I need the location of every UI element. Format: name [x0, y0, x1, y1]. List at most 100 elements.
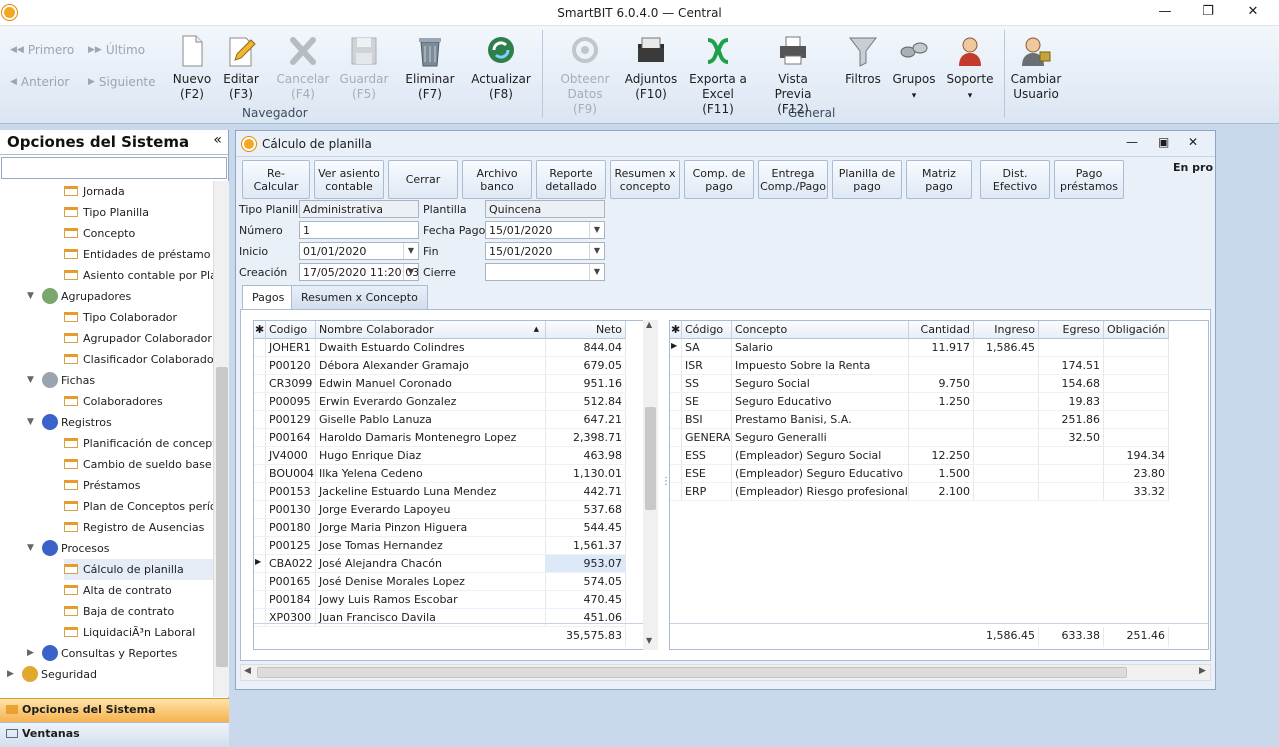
column-header[interactable]: Concepto [732, 321, 909, 339]
table-cell[interactable] [974, 411, 1039, 429]
print-preview-button[interactable]: Vista Previa (F12) [760, 34, 826, 117]
table-cell[interactable]: Prestamo Banisi, S.A. [732, 411, 909, 429]
table-cell[interactable]: P00164 [266, 429, 316, 447]
table-cell[interactable]: XP0300 [266, 609, 316, 627]
column-header[interactable]: Neto [546, 321, 626, 339]
table-cell[interactable]: SS [682, 375, 732, 393]
table-cell[interactable]: 844.04 [546, 339, 626, 357]
table-cell[interactable] [1104, 393, 1169, 411]
chevron-down-icon[interactable]: ▼ [589, 243, 604, 259]
tree-item[interactable]: Alta de contrato [64, 580, 172, 601]
table-cell[interactable]: 537.68 [546, 501, 626, 519]
table-cell[interactable]: 9.750 [909, 375, 974, 393]
row-indicator[interactable] [254, 339, 266, 357]
table-cell[interactable] [974, 447, 1039, 465]
table-cell[interactable]: 33.32 [1104, 483, 1169, 501]
column-header[interactable]: Código [682, 321, 732, 339]
table-cell[interactable]: 463.98 [546, 447, 626, 465]
tree-item[interactable]: ▼ Fichas [27, 370, 95, 391]
row-indicator[interactable] [254, 519, 266, 537]
table-cell[interactable] [1104, 429, 1169, 447]
table-cell[interactable]: 1.250 [909, 393, 974, 411]
table-cell[interactable]: BOU004 [266, 465, 316, 483]
table-cell[interactable]: 442.71 [546, 483, 626, 501]
tree-item[interactable]: ▼ Registros [27, 412, 112, 433]
tree-item[interactable]: Entidades de préstamo [64, 244, 211, 265]
table-cell[interactable]: 574.05 [546, 573, 626, 591]
tree-item[interactable]: Concepto [64, 223, 135, 244]
table-cell[interactable]: 647.21 [546, 411, 626, 429]
table-cell[interactable]: Jorge Everardo Lapoyeu [316, 501, 546, 519]
table-cell[interactable]: 2,398.71 [546, 429, 626, 447]
table-cell[interactable]: Jackeline Estuardo Luna Mendez [316, 483, 546, 501]
table-cell[interactable]: Giselle Pablo Lanuza [316, 411, 546, 429]
table-cell[interactable]: P00130 [266, 501, 316, 519]
table-cell[interactable]: 194.34 [1104, 447, 1169, 465]
collapse-icon[interactable]: ▼ [27, 370, 34, 391]
table-cell[interactable]: Hugo Enrique Diaz [316, 447, 546, 465]
table-cell[interactable] [974, 375, 1039, 393]
edit-button[interactable]: Editar (F3) [218, 34, 264, 102]
table-cell[interactable]: 1,586.45 [974, 339, 1039, 357]
tree-item[interactable]: Cálculo de planilla [64, 559, 213, 580]
tab-resumen-concepto[interactable]: Resumen x Concepto [291, 285, 428, 309]
table-cell[interactable]: Jorge Maria Pinzon Higuera [316, 519, 546, 537]
collapse-icon[interactable]: ▼ [27, 286, 34, 307]
table-cell[interactable]: Salario [732, 339, 909, 357]
tree-item[interactable]: Cambio de sueldo base [64, 454, 212, 475]
toolbar-button[interactable]: Cerrar [388, 160, 458, 199]
table-cell[interactable]: (Empleador) Seguro Educativo [732, 465, 909, 483]
tree-item[interactable]: Tipo Colaborador [64, 307, 177, 328]
next-record-button[interactable]: ▶ Siguiente [88, 75, 156, 89]
row-indicator[interactable]: ▶ [670, 339, 682, 357]
table-cell[interactable]: 2.100 [909, 483, 974, 501]
table-cell[interactable]: Edwin Manuel Coronado [316, 375, 546, 393]
table-cell[interactable]: ERP [682, 483, 732, 501]
table-cell[interactable] [974, 429, 1039, 447]
toolbar-button[interactable]: Archivo banco [462, 160, 532, 199]
table-cell[interactable]: (Empleador) Seguro Social [732, 447, 909, 465]
table-cell[interactable] [909, 429, 974, 447]
document-minimize-button[interactable]: — [1126, 135, 1138, 149]
table-cell[interactable] [974, 393, 1039, 411]
table-cell[interactable]: P00125 [266, 537, 316, 555]
minimize-button[interactable]: — [1155, 4, 1175, 20]
table-cell[interactable]: Impuesto Sobre la Renta [732, 357, 909, 375]
tree-item[interactable]: Planificación de conceptos [64, 433, 213, 454]
chevron-down-icon[interactable]: ▼ [403, 243, 418, 259]
restore-button[interactable]: ❐ [1198, 4, 1218, 20]
table-cell[interactable]: 953.07 [546, 555, 626, 573]
table-cell[interactable]: JOHER1 [266, 339, 316, 357]
table-cell[interactable]: Haroldo Damaris Montenegro Lopez [316, 429, 546, 447]
refresh-button[interactable]: Actualizar (F8) [470, 34, 532, 102]
row-indicator[interactable] [670, 375, 682, 393]
row-indicator[interactable] [254, 393, 266, 411]
table-cell[interactable]: 23.80 [1104, 465, 1169, 483]
table-cell[interactable] [1039, 447, 1104, 465]
row-indicator[interactable]: ▶ [254, 555, 266, 573]
table-cell[interactable]: SA [682, 339, 732, 357]
table-cell[interactable]: Débora Alexander Gramajo [316, 357, 546, 375]
table-cell[interactable]: ESS [682, 447, 732, 465]
previous-record-button[interactable]: ◀ Anterior [10, 75, 69, 89]
tree-item[interactable]: Clasificador Colaborador [64, 349, 213, 370]
toolbar-button[interactable]: Reporte detallado [536, 160, 606, 199]
table-cell[interactable]: 19.83 [1039, 393, 1104, 411]
table-cell[interactable]: P00129 [266, 411, 316, 429]
table-cell[interactable]: P00120 [266, 357, 316, 375]
sidebar-search-input[interactable] [1, 157, 227, 179]
tree-item[interactable]: Tipo Planilla [64, 202, 149, 223]
document-restore-button[interactable]: ▣ [1158, 135, 1169, 149]
column-header[interactable]: Nombre Colaborador ▲ [316, 321, 546, 339]
table-cell[interactable] [1104, 375, 1169, 393]
filters-button[interactable]: Filtros [842, 34, 884, 87]
toolbar-button[interactable]: Entrega Comp./Pago [758, 160, 828, 199]
table-cell[interactable]: SE [682, 393, 732, 411]
row-indicator[interactable] [254, 591, 266, 609]
collapse-icon[interactable]: ▼ [27, 412, 34, 433]
row-indicator[interactable] [254, 357, 266, 375]
table-cell[interactable]: P00184 [266, 591, 316, 609]
table-cell[interactable]: JV4000 [266, 447, 316, 465]
table-cell[interactable]: José Alejandra Chacón [316, 555, 546, 573]
expand-icon[interactable]: ▶ [27, 643, 34, 664]
